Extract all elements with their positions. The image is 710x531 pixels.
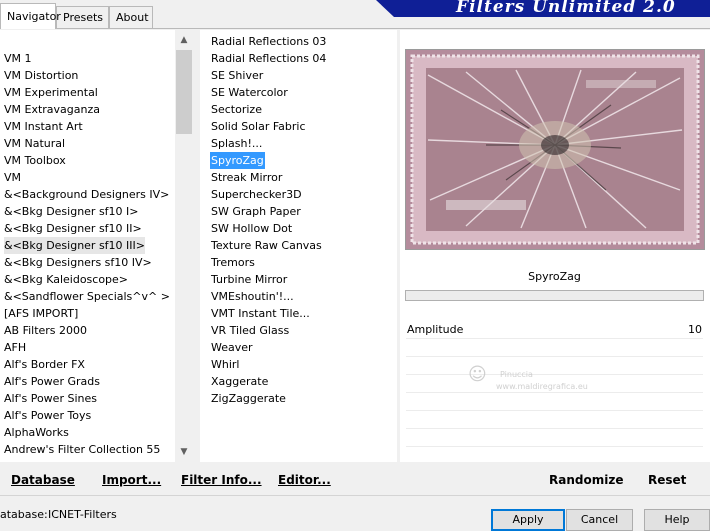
status-label: atabase: (0, 508, 48, 521)
watermark-url: www.maldiregrafica.eu (496, 382, 588, 391)
progress-bar (405, 290, 704, 301)
category-item[interactable]: VM Experimental (4, 84, 98, 101)
filter-item[interactable]: Solid Solar Fabric (210, 118, 307, 135)
param-row-empty (406, 339, 703, 357)
filter-item[interactable]: Turbine Mirror (210, 271, 288, 288)
category-item[interactable]: Alf's Power Grads (4, 373, 100, 390)
category-item[interactable]: &<Bkg Designer sf10 III> (4, 237, 146, 254)
title-banner: Filters Unlimited 2.0 (376, 0, 710, 17)
category-item[interactable]: VM (4, 169, 21, 186)
param-row-empty (406, 429, 703, 447)
scroll-down-icon[interactable]: ▼ (175, 444, 193, 460)
filter-list[interactable]: Radial Reflections 03 Radial Reflections … (200, 30, 397, 462)
scroll-up-icon[interactable]: ▲ (175, 32, 193, 48)
reset-button[interactable]: Reset (648, 473, 686, 487)
filter-item[interactable]: SE Shiver (210, 67, 264, 84)
tab-divider (0, 28, 710, 29)
param-row-amplitude[interactable]: Amplitude 10 (406, 321, 703, 339)
filter-item[interactable]: VR Tiled Glass (210, 322, 290, 339)
category-item[interactable]: Alf's Border FX (4, 356, 85, 373)
filter-item[interactable]: Radial Reflections 04 (210, 50, 327, 67)
category-item[interactable]: Andrew's Filter Collection 55 (4, 441, 160, 458)
import-button[interactable]: Import... (102, 473, 161, 487)
category-list[interactable]: VM 1 VM Distortion VM Experimental VM Extra… (0, 30, 193, 462)
category-item[interactable]: VM Distortion (4, 67, 78, 84)
status-divider (0, 495, 710, 496)
category-item[interactable]: VM Extravaganza (4, 101, 100, 118)
filter-item[interactable]: SW Hollow Dot (210, 220, 293, 237)
help-button[interactable]: Help (644, 509, 710, 531)
category-item[interactable]: VM Instant Art (4, 118, 83, 135)
tab-presets[interactable]: Presets (56, 6, 109, 28)
filter-item[interactable]: Texture Raw Canvas (210, 237, 323, 254)
category-item[interactable]: AlphaWorks (4, 424, 69, 441)
category-scrollbar[interactable]: ▲ ▼ (175, 30, 193, 462)
apply-button[interactable]: Apply (491, 509, 565, 531)
filter-item[interactable]: Superchecker3D (210, 186, 303, 203)
category-item[interactable]: VM 1 (4, 50, 32, 67)
filter-item[interactable]: VMT Instant Tile... (210, 305, 311, 322)
filter-item[interactable]: Streak Mirror (210, 169, 283, 186)
category-item[interactable]: &<Bkg Kaleidoscope> (4, 271, 128, 288)
filter-item[interactable]: ZigZaggerate (210, 390, 287, 407)
filter-item[interactable]: SW Graph Paper (210, 203, 302, 220)
param-value: 10 (688, 323, 702, 336)
category-item[interactable]: &<Background Designers IV> (4, 186, 169, 203)
editor-button[interactable]: Editor... (278, 473, 331, 487)
category-item[interactable]: AB Filters 2000 (4, 322, 87, 339)
banner-title: Filters Unlimited 2.0 (456, 0, 676, 17)
filter-info-button[interactable]: Filter Info... (181, 473, 262, 487)
filter-item[interactable]: SE Watercolor (210, 84, 289, 101)
watermark-name: Pinuccia (500, 370, 533, 379)
filter-item[interactable]: Xaggerate (210, 373, 269, 390)
filter-preview-image (405, 49, 705, 250)
tab-navigator[interactable]: Navigator (0, 3, 61, 29)
filter-item[interactable]: Tremors (210, 254, 256, 271)
category-item[interactable]: &<Sandflower Specials^v^ > (4, 288, 170, 305)
category-item[interactable]: &<Bkg Designers sf10 IV> (4, 254, 152, 271)
watermark: ☺ Pinuccia www.maldiregrafica.eu (466, 362, 616, 402)
category-item[interactable]: Alf's Power Toys (4, 407, 91, 424)
category-item[interactable]: [AFS IMPORT] (4, 305, 78, 322)
watermark-icon: ☺ (468, 364, 487, 385)
filter-item[interactable]: Radial Reflections 03 (210, 33, 327, 50)
randomize-button[interactable]: Randomize (549, 473, 623, 487)
status-value: ICNET-Filters (48, 508, 117, 521)
filter-item[interactable]: Splash!... (210, 135, 263, 152)
category-item[interactable]: &<Bkg Designer sf10 I> (4, 203, 139, 220)
filter-item[interactable]: VMEshoutin'!... (210, 288, 295, 305)
database-button[interactable]: Database (11, 473, 75, 487)
scroll-thumb[interactable] (176, 50, 192, 134)
filter-item[interactable]: Sectorize (210, 101, 263, 118)
filter-item[interactable]: SpyroZag (210, 152, 265, 169)
param-label: Amplitude (407, 323, 464, 336)
category-item[interactable]: AFH (4, 339, 26, 356)
filter-item[interactable]: Whirl (210, 356, 240, 373)
category-item[interactable]: &<Bkg Designer sf10 II> (4, 220, 142, 237)
category-item[interactable]: VM Natural (4, 135, 65, 152)
filter-name-label: SpyroZag (528, 270, 581, 283)
param-row-empty (406, 411, 703, 429)
filter-item[interactable]: Weaver (210, 339, 254, 356)
cancel-button[interactable]: Cancel (566, 509, 633, 531)
category-item[interactable]: VM Toolbox (4, 152, 66, 169)
category-item[interactable]: Alf's Power Sines (4, 390, 97, 407)
tab-about[interactable]: About (109, 6, 153, 28)
